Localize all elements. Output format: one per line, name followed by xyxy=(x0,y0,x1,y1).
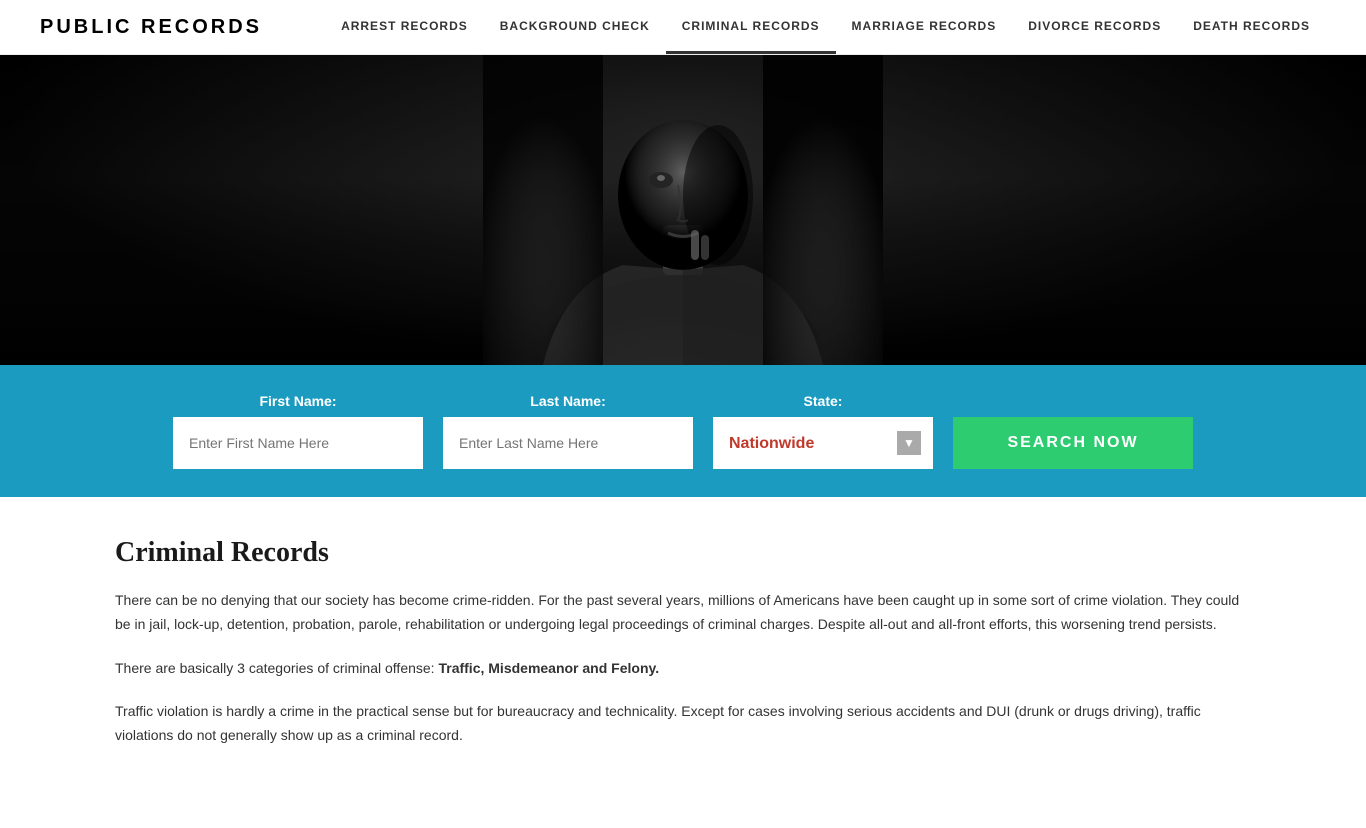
last-name-input[interactable] xyxy=(443,417,693,469)
first-name-label: First Name: xyxy=(173,393,423,409)
bold-phrase: Traffic, Misdemeanor and Felony. xyxy=(438,660,659,676)
site-logo[interactable]: PUBLIC RECORDS xyxy=(40,16,262,39)
nav-death-records[interactable]: DEATH RECORDS xyxy=(1177,1,1326,54)
state-field: State: NationwideAlabamaAlaskaArizonaArk… xyxy=(713,393,933,469)
last-name-label: Last Name: xyxy=(443,393,693,409)
page-title: Criminal Records xyxy=(115,537,1251,569)
state-label: State: xyxy=(713,393,933,409)
paragraph-3: Traffic violation is hardly a crime in t… xyxy=(115,700,1251,748)
site-header: PUBLIC RECORDS ARREST RECORDS BACKGROUND… xyxy=(0,0,1366,55)
nav-marriage-records[interactable]: MARRIAGE RECORDS xyxy=(836,1,1013,54)
state-select[interactable]: NationwideAlabamaAlaskaArizonaArkansasCa… xyxy=(713,417,933,469)
nav-arrest-records[interactable]: ARREST RECORDS xyxy=(325,1,484,54)
hero-figure-svg xyxy=(483,55,883,365)
first-name-field: First Name: xyxy=(173,393,423,469)
search-bar: First Name: Last Name: State: Nationwide… xyxy=(0,365,1366,497)
nav-divorce-records[interactable]: DIVORCE RECORDS xyxy=(1012,1,1177,54)
last-name-field: Last Name: xyxy=(443,393,693,469)
first-name-input[interactable] xyxy=(173,417,423,469)
nav-criminal-records[interactable]: CRIMINAL RECORDS xyxy=(666,1,836,54)
main-nav: ARREST RECORDS BACKGROUND CHECK CRIMINAL… xyxy=(325,1,1326,54)
state-select-wrapper: NationwideAlabamaAlaskaArizonaArkansasCa… xyxy=(713,417,933,469)
search-now-button[interactable]: SEARCH NOW xyxy=(953,417,1193,469)
hero-image xyxy=(0,55,1366,365)
paragraph-1: There can be no denying that our society… xyxy=(115,589,1251,637)
nav-background-check[interactable]: BACKGROUND CHECK xyxy=(484,1,666,54)
paragraph-2: There are basically 3 categories of crim… xyxy=(115,657,1251,681)
main-content: Criminal Records There can be no denying… xyxy=(0,497,1366,828)
